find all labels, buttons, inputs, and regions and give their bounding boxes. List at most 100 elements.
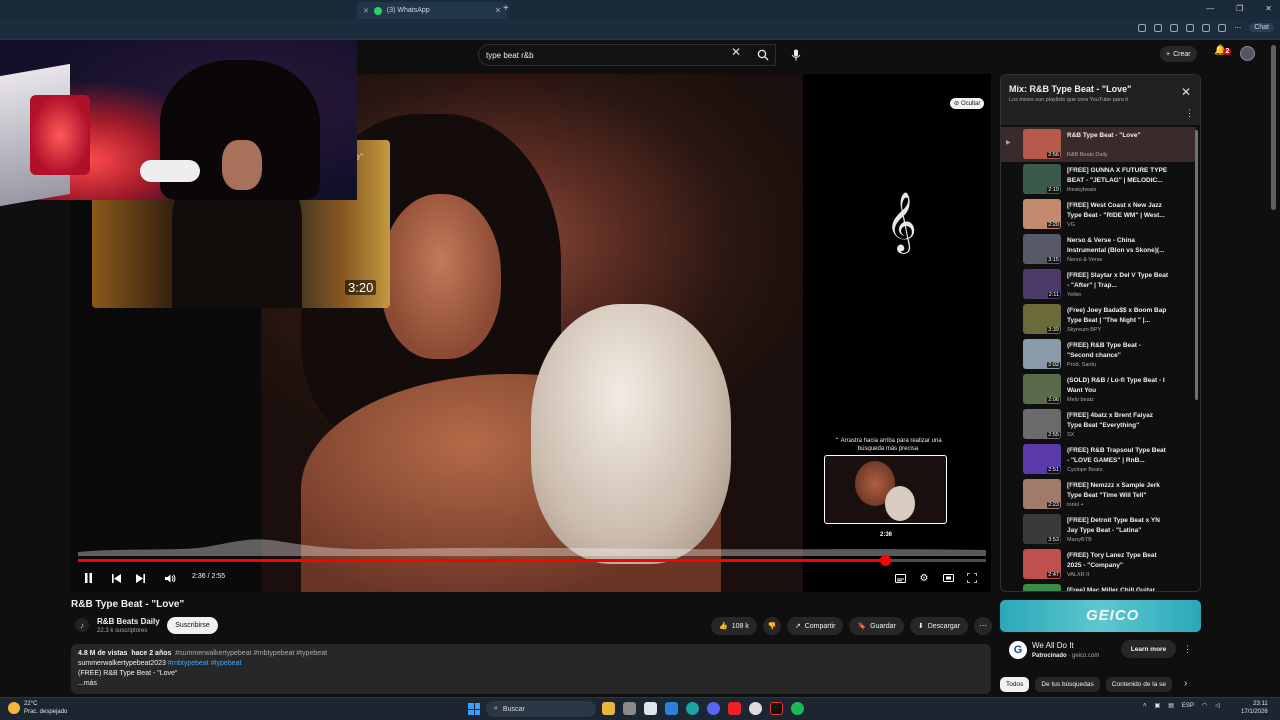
playlist-thumbnail[interactable]: 2:19 (1023, 164, 1061, 194)
playlist-item-title[interactable]: [FREE] Nemzzz x Sample Jerk Type Beat "T… (1067, 481, 1169, 501)
playlist-item-channel[interactable]: Prod. Santu (1067, 362, 1096, 368)
extension-icon[interactable] (1170, 23, 1179, 32)
playlist-item-channel[interactable]: VG (1067, 222, 1075, 228)
search-input[interactable] (486, 49, 726, 62)
share-button[interactable]: ↗ Compartir (786, 617, 844, 635)
playlist-item[interactable]: 2:19 [FREE] GUNNA X FUTURE TYPE BEAT - "J… (1001, 162, 1196, 197)
playlist-item-title[interactable]: (FREE) R&B Type Beat - "Second chance" (1067, 341, 1169, 361)
voice-search-button[interactable] (785, 44, 807, 66)
language-indicator[interactable]: ESP (1182, 703, 1194, 709)
chevron-right-icon[interactable]: › (1184, 678, 1187, 689)
ad-title[interactable]: We All Do It (1032, 641, 1074, 650)
youtube-icon[interactable] (728, 702, 741, 715)
tiktok-icon[interactable] (770, 702, 783, 715)
mail-icon[interactable] (665, 702, 678, 715)
playlist-item[interactable]: [Free] Mac Miller Chill Guitar (1001, 582, 1196, 591)
tray-app-icon[interactable]: ▣ (1155, 702, 1161, 709)
subtitles-button[interactable] (891, 569, 909, 587)
playlist-thumbnail[interactable]: 2:20 (1023, 199, 1061, 229)
obs-icon[interactable] (749, 702, 762, 715)
playlist-thumbnail[interactable]: 2:51 (1023, 444, 1061, 474)
playlist-item-title[interactable]: R&B Type Beat - "Love" (1067, 131, 1169, 141)
tab-close-prev-icon[interactable]: ✕ (363, 7, 369, 15)
like-button[interactable]: 👍 108 k (711, 617, 757, 635)
playlist-item-title[interactable]: [FREE] Slaytar x Del V Type Beat - "Afte… (1067, 271, 1169, 291)
playlist-thumbnail[interactable]: 3:53 (1023, 514, 1061, 544)
speaker-icon[interactable]: ◁ (1215, 702, 1220, 709)
notifications-button[interactable]: 🔔2 (1214, 45, 1232, 56)
download-button[interactable]: ⬇ Descargar (909, 617, 969, 635)
theater-mode-button[interactable] (939, 569, 957, 587)
playlist-item-channel[interactable]: toriel + (1067, 502, 1084, 508)
playlist-item-channel[interactable]: VALXR II (1067, 572, 1089, 578)
chip-all[interactable]: Todos (1000, 677, 1030, 692)
advertiser-icon[interactable]: G (1009, 641, 1027, 659)
playlist-item-title[interactable]: (FREE) Tory Lanez Type Beat 2025 - "Comp… (1067, 551, 1169, 571)
more-options-icon[interactable]: ⋯ (1234, 24, 1241, 32)
playlist-item-title[interactable]: [FREE] GUNNA X FUTURE TYPE BEAT - "JETLA… (1067, 166, 1169, 186)
playlist-item[interactable]: 3:53 [FREE] Detroit Type Beat x YN Jay Ty… (1001, 512, 1196, 547)
playlist-item[interactable]: 2:02 (FREE) R&B Type Beat - "Second chanc… (1001, 337, 1196, 372)
playlist-item[interactable]: 2:51 (FREE) R&B Trapsoul Type Beat - "LOV… (1001, 442, 1196, 477)
playlist-item-title[interactable]: [FREE] 4batz x Brent Faiyaz Type Beat "E… (1067, 411, 1169, 431)
next-button[interactable] (131, 569, 149, 587)
description-hashtag-links[interactable]: #rnbtypebeat #typebeat (168, 660, 242, 667)
playlist-thumbnail[interactable]: 2:02 (1023, 339, 1061, 369)
chat-button[interactable]: Chat (1249, 23, 1274, 32)
account-avatar[interactable] (1240, 46, 1255, 61)
chip-content-from[interactable]: Contenido de la se (1105, 677, 1172, 692)
collections-icon[interactable] (1202, 23, 1211, 32)
playlist-thumbnail[interactable] (1023, 584, 1061, 591)
playlist-thumbnail[interactable]: 2:11 (1023, 269, 1061, 299)
wifi-icon[interactable]: ◠ (1202, 702, 1207, 709)
tab-close-icon[interactable]: ✕ (495, 6, 502, 15)
fullscreen-button[interactable] (963, 569, 981, 587)
discord-icon[interactable] (707, 702, 720, 715)
spotify-icon[interactable] (791, 702, 804, 715)
progress-bar[interactable] (78, 555, 986, 566)
more-actions-button[interactable]: ⋯ (974, 617, 993, 635)
playlist-thumbnail[interactable]: 2:47 (1023, 549, 1061, 579)
playlist-thumbnail[interactable]: 2:23 (1023, 479, 1061, 509)
tray-overflow-icon[interactable]: ˄ (1143, 703, 1147, 709)
playlist-item-title[interactable]: (Free) Joey Bada$$ x Boom Bap Type Beat … (1067, 306, 1169, 326)
playlist-item-title[interactable]: (SOLD) R&B / Lo-fi Type Beat - I Want Yo… (1067, 376, 1169, 396)
clear-search-icon[interactable]: ✕ (731, 45, 741, 59)
playlist-item[interactable]: 2:06 (SOLD) R&B / Lo-fi Type Beat - I Wan… (1001, 372, 1196, 407)
maximize-button[interactable]: ❐ (1236, 4, 1243, 13)
playlist-thumbnail[interactable]: 2:56 (1023, 129, 1061, 159)
learn-more-button[interactable]: Learn more (1121, 640, 1176, 658)
playlist-item[interactable]: 2:47 (FREE) Tory Lanez Type Beat 2025 - "… (1001, 547, 1196, 582)
playlist-item-channel[interactable]: Melo beatz (1067, 397, 1094, 403)
new-tab-button[interactable]: + (503, 3, 509, 14)
minimize-button[interactable]: — (1206, 4, 1214, 13)
playlist-item-title[interactable]: Nerso & Verse - China Instrumental (Blon… (1067, 236, 1169, 256)
playlist-thumbnail[interactable]: 3:15 (1023, 234, 1061, 264)
playlist-item-channel[interactable]: Cyclope Beatz (1067, 467, 1102, 473)
windows-start-icon[interactable] (468, 703, 480, 715)
weather-widget[interactable]: 22°C Prac. despejado (8, 700, 67, 716)
playlist-item-channel[interactable]: theskybeats (1067, 187, 1096, 193)
playlist-thumbnail[interactable]: 3:39 (1023, 304, 1061, 334)
playlist-more-icon[interactable]: ⋮ (1185, 108, 1194, 119)
store-icon[interactable] (644, 702, 657, 715)
playlist-item[interactable]: 3:39 (Free) Joey Bada$$ x Boom Bap Type B… (1001, 302, 1196, 337)
app-icon[interactable] (623, 702, 636, 715)
pause-button[interactable] (79, 569, 97, 587)
playlist-title[interactable]: Mix: R&B Type Beat - "Love" (1009, 84, 1131, 94)
playlist-item-title[interactable]: [Free] Mac Miller Chill Guitar (1067, 586, 1169, 591)
extension-icon[interactable] (1138, 23, 1147, 32)
edge-icon[interactable] (686, 702, 699, 715)
previous-button[interactable] (107, 569, 125, 587)
hide-button[interactable]: ⊘ Ocultar (950, 98, 985, 109)
playlist-item-channel[interactable]: SX (1067, 432, 1074, 438)
clock[interactable]: 23:11 17/1/2026 (1241, 700, 1268, 716)
playlist-item-title[interactable]: [FREE] West Coast x New Jazz Type Beat -… (1067, 201, 1169, 221)
playlist-item-title[interactable]: [FREE] Detroit Type Beat x YN Jay Type B… (1067, 516, 1169, 536)
playlist-thumbnail[interactable]: 2:55 (1023, 409, 1061, 439)
show-more-link[interactable]: ...más (78, 679, 984, 689)
save-button[interactable]: 🔖 Guardar (849, 617, 904, 635)
volume-button[interactable] (161, 569, 179, 587)
taskbar-search[interactable]: ⌕ Buscar (486, 701, 596, 717)
playlist-item-channel[interactable]: Nerso & Verse (1067, 257, 1102, 263)
